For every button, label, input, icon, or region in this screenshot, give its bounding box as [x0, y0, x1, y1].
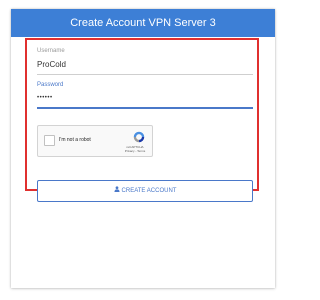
create-account-button[interactable]: CREATE ACCOUNT [37, 180, 253, 202]
password-field[interactable]: •••••• [37, 93, 53, 103]
create-account-card: Create Account VPN Server 3 Username Pro… [11, 9, 275, 288]
user-icon [114, 186, 120, 193]
password-underline [37, 107, 253, 109]
username-field[interactable]: ProCold [37, 60, 66, 70]
account-form: Username ProCold Password •••••• I'm not… [25, 38, 259, 202]
recaptcha-checkbox[interactable] [44, 135, 55, 146]
password-label: Password [37, 82, 64, 88]
recaptcha-label: I'm not a robot [59, 137, 91, 143]
username-underline [37, 74, 253, 75]
recaptcha-logo-icon [133, 131, 145, 143]
recaptcha-widget: I'm not a robot reCAPTCHA Privacy - Term… [37, 125, 153, 157]
create-account-label: CREATE ACCOUNT [121, 188, 177, 194]
username-label: Username [37, 48, 65, 54]
recaptcha-privacy-terms-link[interactable]: Privacy - Terms [118, 150, 152, 153]
card-title: Create Account VPN Server 3 [11, 9, 275, 37]
